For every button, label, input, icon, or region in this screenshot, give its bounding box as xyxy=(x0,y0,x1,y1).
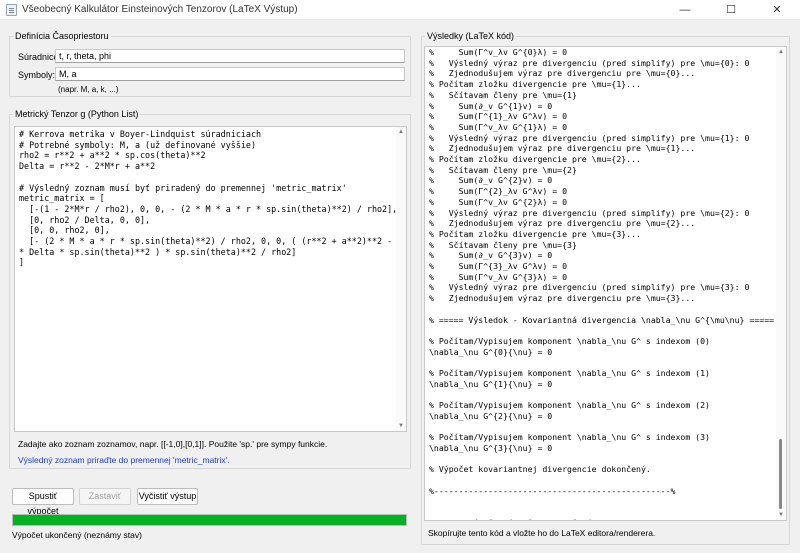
metric-code[interactable]: # Kerrova metrika v Boyer-Lindquist súra… xyxy=(19,129,406,268)
spacetime-legend: Definícia Časopriestoru xyxy=(15,31,109,41)
minimize-button[interactable]: — xyxy=(662,0,708,20)
close-button[interactable]: ✕ xyxy=(754,0,800,20)
progress-bar xyxy=(12,514,407,526)
scroll-up-icon[interactable]: ▲ xyxy=(776,47,786,57)
scroll-down-icon[interactable]: ▼ xyxy=(776,510,786,520)
results-hint: Skopírujte tento kód a vložte ho do LaTe… xyxy=(428,528,656,538)
coords-input[interactable]: t, r, theta, phi xyxy=(55,49,405,63)
run-button[interactable]: Spustiť výpočet xyxy=(12,488,74,516)
symbols-label: Symboly: xyxy=(18,70,56,80)
progress-fill xyxy=(13,515,406,525)
window-title: Všeobecný Kalkulátor Einsteinových Tenzo… xyxy=(22,4,298,15)
symbols-input[interactable]: M, a xyxy=(55,67,405,81)
scroll-up-icon[interactable]: ▲ xyxy=(396,127,406,137)
metric-legend: Metrický Tenzor g (Python List) xyxy=(15,109,139,119)
results-output[interactable]: % Sum(Γ^v_λv G^{0}λ) = 0 % Výsledný výra… xyxy=(424,46,787,521)
results-scrollbar[interactable]: ▲ ▼ xyxy=(776,47,786,520)
app-icon xyxy=(6,4,17,16)
metric-scrollbar[interactable]: ▲ ▼ xyxy=(396,127,406,431)
scroll-thumb[interactable] xyxy=(779,439,782,509)
metric-hint-blue: Výsledný zoznam priraďte do premennej 'm… xyxy=(18,455,230,465)
metric-hint: Zadajte ako zoznam zoznamov, napr. [[-1,… xyxy=(18,439,328,449)
clear-button[interactable]: Vyčistiť výstup xyxy=(137,488,198,505)
progress-status: Výpočet ukončený (neznámy stav) xyxy=(12,530,142,540)
stop-button[interactable]: Zastaviť xyxy=(79,488,131,505)
symbols-hint: (napr. M, a, k, ...) xyxy=(58,85,119,94)
metric-editor[interactable]: # Kerrova metrika v Boyer-Lindquist súra… xyxy=(14,126,407,432)
maximize-button[interactable]: ☐ xyxy=(708,0,754,20)
results-legend: Výsledky (LaTeX kód) xyxy=(427,31,515,41)
title-bar: Všeobecný Kalkulátor Einsteinových Tenzo… xyxy=(0,0,800,20)
scroll-down-icon[interactable]: ▼ xyxy=(396,421,406,431)
results-text[interactable]: % Sum(Γ^v_λv G^{0}λ) = 0 % Výsledný výra… xyxy=(429,47,784,520)
